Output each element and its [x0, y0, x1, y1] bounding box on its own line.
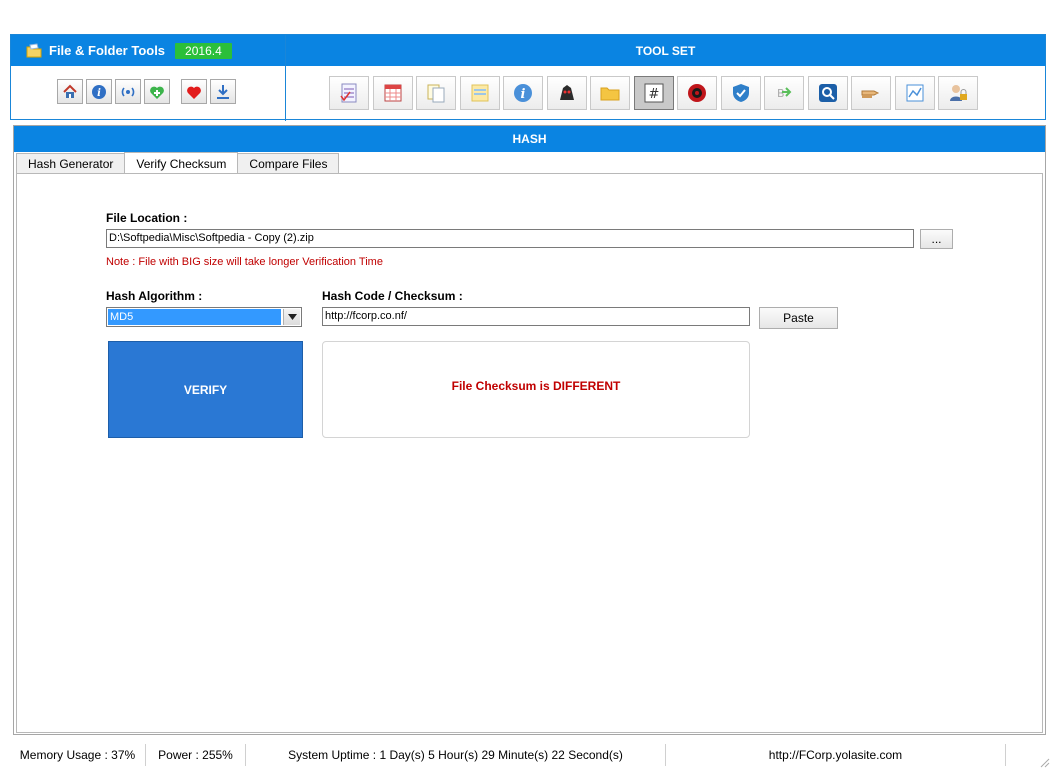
- info-button[interactable]: i: [86, 79, 112, 104]
- tool-target-button[interactable]: [677, 76, 717, 110]
- chart-icon: [906, 84, 923, 102]
- nav-buttons: i: [57, 79, 239, 104]
- folder-icon: [600, 87, 620, 101]
- tab-compare-files[interactable]: Compare Files: [237, 153, 340, 173]
- tool-user-lock-button[interactable]: [938, 76, 978, 110]
- tool-info-button[interactable]: i: [503, 76, 543, 110]
- info-icon: i: [92, 84, 106, 99]
- tool-search-button[interactable]: [807, 76, 848, 110]
- hash-panel: HASH Hash Generator Verify Checksum Comp…: [13, 125, 1046, 735]
- monitor-icon: [559, 85, 574, 100]
- tool-checklist-button[interactable]: [329, 76, 369, 110]
- shield-icon: [732, 84, 749, 102]
- app-title: File & Folder Tools: [49, 43, 166, 58]
- toolset-title: TOOL SET: [286, 35, 1045, 66]
- system-uptime: System Uptime : 1 Day(s) 5 Hour(s) 29 Mi…: [246, 744, 666, 766]
- file-location-input[interactable]: D:\Softpedia\Misc\Softpedia - Copy (2).z…: [106, 229, 914, 248]
- target-icon: [688, 84, 706, 102]
- tool-shield-button[interactable]: [720, 76, 761, 110]
- broadcast-icon: [121, 86, 135, 97]
- hash-algorithm-value: MD5: [108, 309, 281, 325]
- download-icon: [217, 84, 229, 99]
- tab-verify-checksum[interactable]: Verify Checksum: [124, 152, 239, 174]
- favorite-button[interactable]: [181, 79, 207, 104]
- app-window: File & Folder Tools 2016.4 TOOL SET i i …: [0, 0, 1057, 774]
- add-button[interactable]: [144, 79, 170, 104]
- hash-icon: #: [644, 83, 663, 103]
- result-box: File Checksum is DIFFERENT: [322, 341, 750, 438]
- hash-algorithm-label: Hash Algorithm :: [106, 289, 203, 303]
- tool-calendar-button[interactable]: [372, 76, 413, 110]
- tool-rename-button[interactable]: B: [764, 76, 804, 110]
- heart-icon: [187, 86, 201, 99]
- tab-strip: Hash Generator Verify Checksum Compare F…: [16, 152, 340, 174]
- checksum-input[interactable]: http://fcorp.co.nf/: [322, 307, 750, 326]
- calendar-icon: [384, 84, 401, 102]
- pointer-icon: [861, 90, 880, 98]
- add-icon: [150, 86, 164, 99]
- size-note: Note : File with BIG size will take long…: [106, 256, 383, 268]
- svg-text:i: i: [97, 88, 101, 99]
- power-usage: Power : 255%: [146, 744, 246, 766]
- tab-content: File Location : D:\Softpedia\Misc\Softpe…: [16, 173, 1043, 733]
- website-link[interactable]: http://FCorp.yolasite.com: [666, 744, 1006, 766]
- paste-button[interactable]: Paste: [759, 307, 838, 329]
- info-icon: i: [514, 84, 532, 102]
- search-icon: [818, 84, 837, 102]
- panel-title: HASH: [14, 126, 1045, 152]
- memory-usage: Memory Usage : 37%: [10, 744, 146, 766]
- checklist-icon: [340, 83, 357, 103]
- tool-notes-button[interactable]: [459, 76, 500, 110]
- tool-pointer-button[interactable]: [851, 76, 891, 110]
- copy-files-icon: [427, 84, 445, 103]
- checksum-label: Hash Code / Checksum :: [322, 289, 463, 303]
- svg-text:#: #: [648, 87, 659, 102]
- header-divider: [285, 35, 286, 121]
- top-header: File & Folder Tools 2016.4 TOOL SET i i …: [10, 34, 1046, 121]
- toolset-buttons: i # B: [329, 76, 982, 110]
- resize-grip-icon: [1040, 758, 1050, 768]
- browse-button[interactable]: ...: [920, 229, 953, 249]
- tab-hash-generator[interactable]: Hash Generator: [16, 153, 126, 173]
- chevron-down-icon[interactable]: [283, 309, 300, 325]
- file-location-label: File Location :: [106, 211, 188, 225]
- tool-chart-button[interactable]: [894, 76, 935, 110]
- home-icon: [63, 84, 77, 98]
- brand-bar: File & Folder Tools 2016.4: [11, 35, 285, 66]
- hash-algorithm-select[interactable]: MD5: [106, 307, 302, 327]
- verify-button[interactable]: VERIFY: [108, 341, 303, 438]
- tool-monitor-button[interactable]: [546, 76, 587, 110]
- svg-text:B: B: [777, 87, 785, 100]
- tool-folder-button[interactable]: [590, 76, 630, 110]
- resize-grip[interactable]: [1006, 744, 1050, 768]
- notes-icon: [471, 84, 488, 102]
- version-badge: 2016.4: [175, 42, 232, 59]
- svg-text:i: i: [521, 87, 526, 102]
- home-button[interactable]: [57, 79, 83, 104]
- tool-copy-files-button[interactable]: [416, 76, 456, 110]
- broadcast-button[interactable]: [115, 79, 141, 104]
- download-button[interactable]: [210, 79, 236, 104]
- rename-icon: B: [777, 87, 792, 100]
- user-lock-icon: [950, 85, 967, 101]
- status-bar: Memory Usage : 37% Power : 255% System U…: [10, 744, 1050, 768]
- app-logo-icon: [26, 42, 42, 57]
- tool-hash-button[interactable]: #: [633, 76, 674, 110]
